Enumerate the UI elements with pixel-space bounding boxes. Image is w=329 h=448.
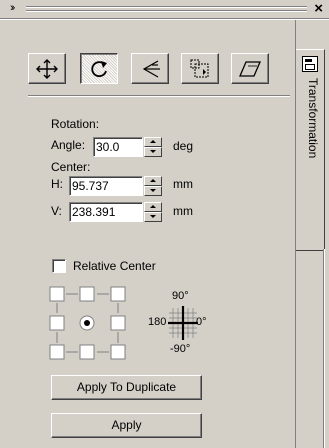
angle-spinner[interactable] xyxy=(144,137,162,157)
tab-strip-edge xyxy=(324,249,325,448)
title-grip-line[interactable] xyxy=(26,10,307,12)
spin-down-icon[interactable] xyxy=(144,212,162,222)
anchor-bottom-right[interactable] xyxy=(110,344,126,360)
skew-tool-button[interactable] xyxy=(231,53,269,84)
rotate-icon xyxy=(91,61,107,78)
angle-input[interactable] xyxy=(94,138,142,156)
tab-label: Transformation xyxy=(306,78,320,159)
docker-tab-icon xyxy=(302,56,318,72)
docker-title-bar: ›› × xyxy=(0,0,329,18)
spin-up-icon[interactable] xyxy=(144,176,162,186)
rotation-section-label: Rotation: xyxy=(51,117,100,131)
tab-transformation[interactable]: Transformation xyxy=(296,49,325,251)
size-icon xyxy=(190,59,209,78)
center-h-spinner[interactable] xyxy=(144,176,162,196)
center-v-spinner[interactable] xyxy=(144,202,162,222)
position-tool-button[interactable] xyxy=(28,53,66,84)
spin-down-icon[interactable] xyxy=(144,186,162,196)
anchor-bottom-center[interactable] xyxy=(79,344,95,360)
center-v-unit: mm xyxy=(173,204,193,218)
size-tool-button[interactable] xyxy=(181,53,219,84)
center-v-input[interactable] xyxy=(70,203,142,221)
center-v-label: V: xyxy=(51,204,62,218)
move-arrows-icon xyxy=(36,59,58,79)
anchor-center[interactable] xyxy=(79,315,95,331)
spin-up-icon[interactable] xyxy=(144,202,162,212)
compass-top-label: 90° xyxy=(172,290,189,302)
center-v-field[interactable] xyxy=(69,202,143,222)
apply-to-duplicate-button[interactable]: Apply To Duplicate xyxy=(51,375,202,400)
center-section-label: Center: xyxy=(51,160,91,174)
anchor-top-right[interactable] xyxy=(110,286,126,302)
spin-down-icon[interactable] xyxy=(144,147,162,157)
compass-bottom-label: -90° xyxy=(170,343,191,355)
collapse-arrows-icon[interactable]: ›› xyxy=(10,2,16,14)
anchor-top-left[interactable] xyxy=(49,286,65,302)
angle-label: Angle: xyxy=(51,138,86,152)
toolbar-separator xyxy=(28,95,290,97)
compass-grid-icon xyxy=(168,306,198,340)
compass-left-label: 180 xyxy=(148,316,167,328)
anchor-middle-left[interactable] xyxy=(49,315,65,331)
apply-button[interactable]: Apply xyxy=(51,413,202,438)
center-h-field[interactable] xyxy=(69,176,143,196)
angle-unit: deg xyxy=(173,139,194,153)
spin-up-icon[interactable] xyxy=(144,137,162,147)
center-h-input[interactable] xyxy=(70,177,142,195)
close-icon[interactable]: × xyxy=(314,0,323,18)
anchor-bottom-left[interactable] xyxy=(49,344,65,360)
anchor-point-grid[interactable] xyxy=(49,286,137,360)
relative-center-checkbox[interactable] xyxy=(52,259,66,273)
center-h-label: H: xyxy=(51,177,63,191)
anchor-middle-right[interactable] xyxy=(110,315,126,331)
skew-icon xyxy=(239,61,261,77)
rotation-compass: 90° 180 0° -90° xyxy=(148,290,218,358)
anchor-top-center[interactable] xyxy=(79,286,95,302)
center-h-unit: mm xyxy=(173,177,193,191)
angle-field[interactable] xyxy=(93,137,143,157)
rotate-tool-button[interactable] xyxy=(80,53,118,84)
title-grip-line[interactable] xyxy=(26,6,307,8)
scale-mirror-icon xyxy=(142,60,160,78)
scale-mirror-tool-button[interactable] xyxy=(131,53,169,84)
relative-center-label[interactable]: Relative Center xyxy=(73,259,156,273)
